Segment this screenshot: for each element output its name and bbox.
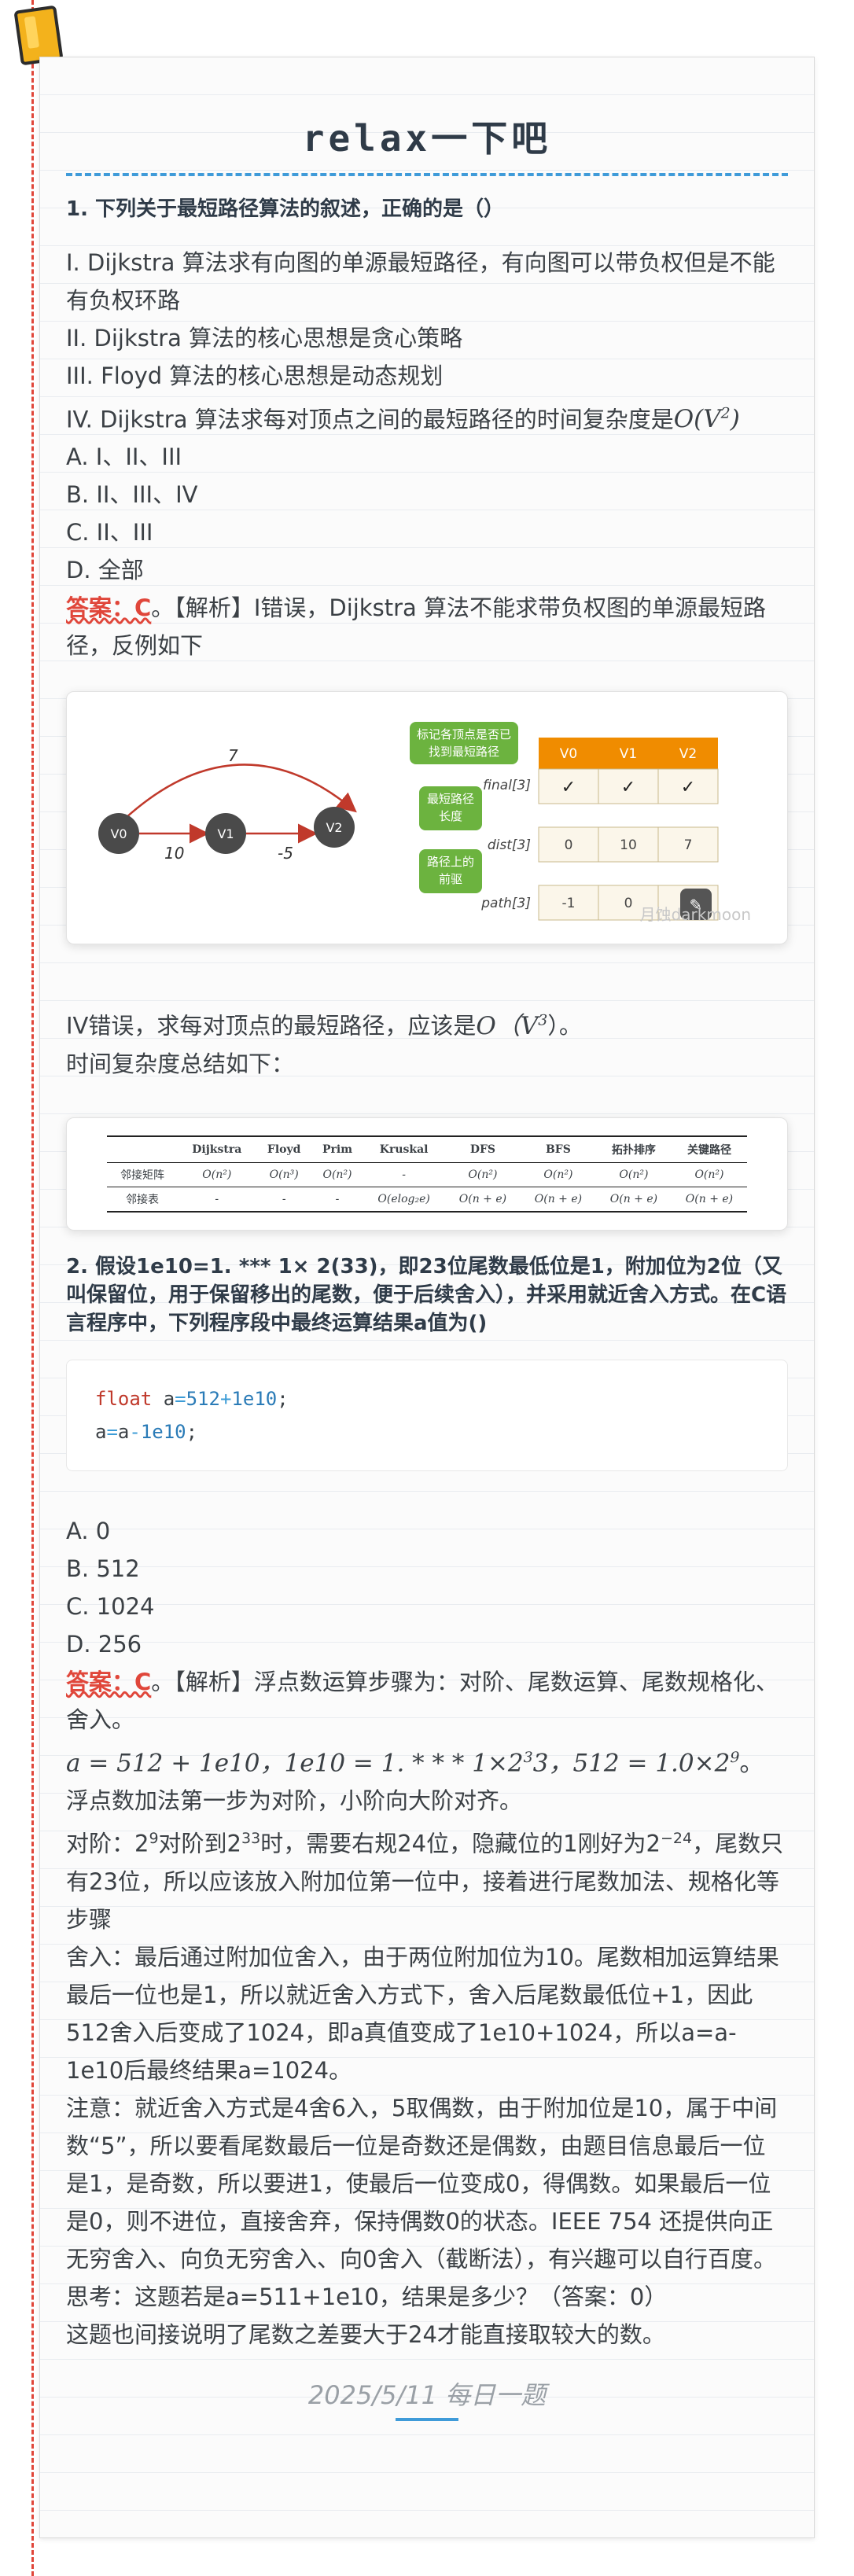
edge-weight-v0-v1: 10 <box>164 844 184 863</box>
answer-label: 答案：C <box>66 1668 152 1695</box>
q2-answer: 答案：C。【解析】浮点数运算步骤为：对阶、尾数运算、尾数规格化、舍入。 <box>66 1668 779 1733</box>
edge-weight-v1-v2: -5 <box>278 844 293 863</box>
q2-option-d: D. 256 <box>66 1630 142 1658</box>
dist-cell-v1: 10 <box>620 837 637 853</box>
q1-statement-4: IV. Dijkstra 算法求每对顶点之间的最短路径的时间复杂度是O(V2) <box>66 405 740 434</box>
row-label-dist: dist[3] <box>488 837 531 853</box>
answer-label: 答案：C <box>66 594 152 622</box>
content: relax一下吧 1. 下列关于最短路径算法的叙述，正确的是（） I. Dijk… <box>66 110 788 2421</box>
col-header-v1: V1 <box>620 746 637 762</box>
callout-dist-text: 最短路径长度 <box>426 792 474 824</box>
table-row: 邻接表 - - - O(elog₂e) O(n + e) O(n + e) O(… <box>107 1187 747 1213</box>
question-2: 2. 假设1e10=1. *** 1× 2(33)，即23位尾数最低位是1，附加… <box>66 1254 787 1335</box>
q1-statement-1: I. Dijkstra 算法求有向图的单源最短路径，有向图可以带负权但是不能有负… <box>66 249 775 314</box>
dijkstra-counterexample-figure: 7 10 -5 V0 V1 V2 标记各顶点是否已找到最短路径 最短路径长度 路… <box>66 691 788 945</box>
margin-line <box>31 0 34 2576</box>
dist-cell-v2: 7 <box>684 837 693 853</box>
path-cell-v1: 0 <box>624 896 633 911</box>
q2-last: 这题也间接说明了尾数之差要大于24才能直接取较大的数。 <box>66 2320 665 2348</box>
node-label-v0: V0 <box>110 826 127 841</box>
q2-option-c: C. 1024 <box>66 1592 155 1620</box>
code-line-2: a=a-1e10; <box>95 1420 198 1443</box>
dist-cell-v0: 0 <box>565 837 573 853</box>
graph-figure-svg: 7 10 -5 V0 V1 V2 标记各顶点是否已找到最短路径 最短路径长度 路… <box>98 722 751 924</box>
q2-note: 注意：就近舍入方式是4舍6入，5取偶数，由于附加位是10，属于中间数“5”，所以… <box>66 2094 778 2272</box>
q2-think: 思考：这题若是a=511+1e10，结果是多少？（答案：0） <box>66 2283 668 2310</box>
q1-option-b: B. II、III、IV <box>66 481 198 509</box>
final-cell-v0: ✓ <box>561 778 576 797</box>
row-label-final: final[3] <box>483 778 531 793</box>
q1-statement-2: II. Dijkstra 算法的核心思想是贪心策略 <box>66 325 463 351</box>
q2-round: 舍入：最后通过附加位舍入，由于两位附加位为10。尾数相加运算结果最后一位也是1，… <box>66 1943 779 2084</box>
q2-option-a: A. 0 <box>66 1517 111 1544</box>
q1-option-a: A. I、II、III <box>66 443 182 471</box>
row-label-path: path[3] <box>480 896 531 911</box>
q1-option-d: D. 全部 <box>66 557 144 584</box>
footer-divider <box>396 2417 458 2421</box>
complexity-table: Dijkstra Floyd Prim Kruskal DFS BFS 拓扑排序… <box>107 1135 747 1213</box>
q1-answer: 答案：C。【解析】I错误，Dijkstra 算法不能求带负权图的单源最短路径，反… <box>66 594 766 660</box>
q2-duijie: 对阶：29对阶到233时，需要右规24位，隐藏位的1刚好为2−24，尾数只有23… <box>66 1829 784 1933</box>
node-label-v1: V1 <box>217 826 234 841</box>
edge-v0-v2 <box>125 764 357 819</box>
footer-date: 2025/5/11 每日一题 <box>307 2379 547 2410</box>
q2-option-b: B. 512 <box>66 1555 140 1582</box>
path-cell-v0: -1 <box>562 896 576 911</box>
q2-math-line: a = 512 + 1e10，1e10 = 1. * * * 1×233，512… <box>66 1748 764 1777</box>
final-cell-v2: ✓ <box>681 778 695 797</box>
q2-align: 浮点数加法第一步为对阶，小阶向大阶对齐。 <box>66 1787 523 1814</box>
q1-summary: 时间复杂度总结如下： <box>66 1050 295 1077</box>
table-header-row: Dijkstra Floyd Prim Kruskal DFS BFS 拓扑排序… <box>107 1135 747 1163</box>
page-title: relax一下吧 <box>302 117 552 160</box>
edge-weight-v0-v2: 7 <box>228 746 238 765</box>
question-1: 1. 下列关于最短路径算法的叙述，正确的是（） <box>66 197 505 221</box>
code-block: float a=512+1e10; a=a-1e10; <box>66 1359 788 1471</box>
title-divider <box>66 173 788 176</box>
q1-iv-note: IV错误，求每对顶点的最短路径，应该是O（V3）。 <box>66 1011 582 1040</box>
table-row: 邻接矩阵 O(n²) O(n³) O(n²) - O(n²) O(n²) O(n… <box>107 1162 747 1187</box>
col-header-v2: V2 <box>679 746 697 762</box>
node-label-v2: V2 <box>326 820 342 835</box>
callout-final-text: 标记各顶点是否已找到最短路径 <box>416 727 511 760</box>
code-line-1: float a=512+1e10; <box>95 1387 289 1410</box>
col-header-v0: V0 <box>560 746 577 762</box>
complexity-table-figure: Dijkstra Floyd Prim Kruskal DFS BFS 拓扑排序… <box>66 1117 788 1231</box>
q1-statement-3: III. Floyd 算法的核心思想是动态规划 <box>66 362 444 389</box>
q1-option-c: C. II、III <box>66 519 153 546</box>
watermark: 月蚀darkmoon <box>640 905 751 924</box>
final-cell-v1: ✓ <box>621 778 635 797</box>
callout-path-text: 路径上的前驱 <box>426 855 474 887</box>
